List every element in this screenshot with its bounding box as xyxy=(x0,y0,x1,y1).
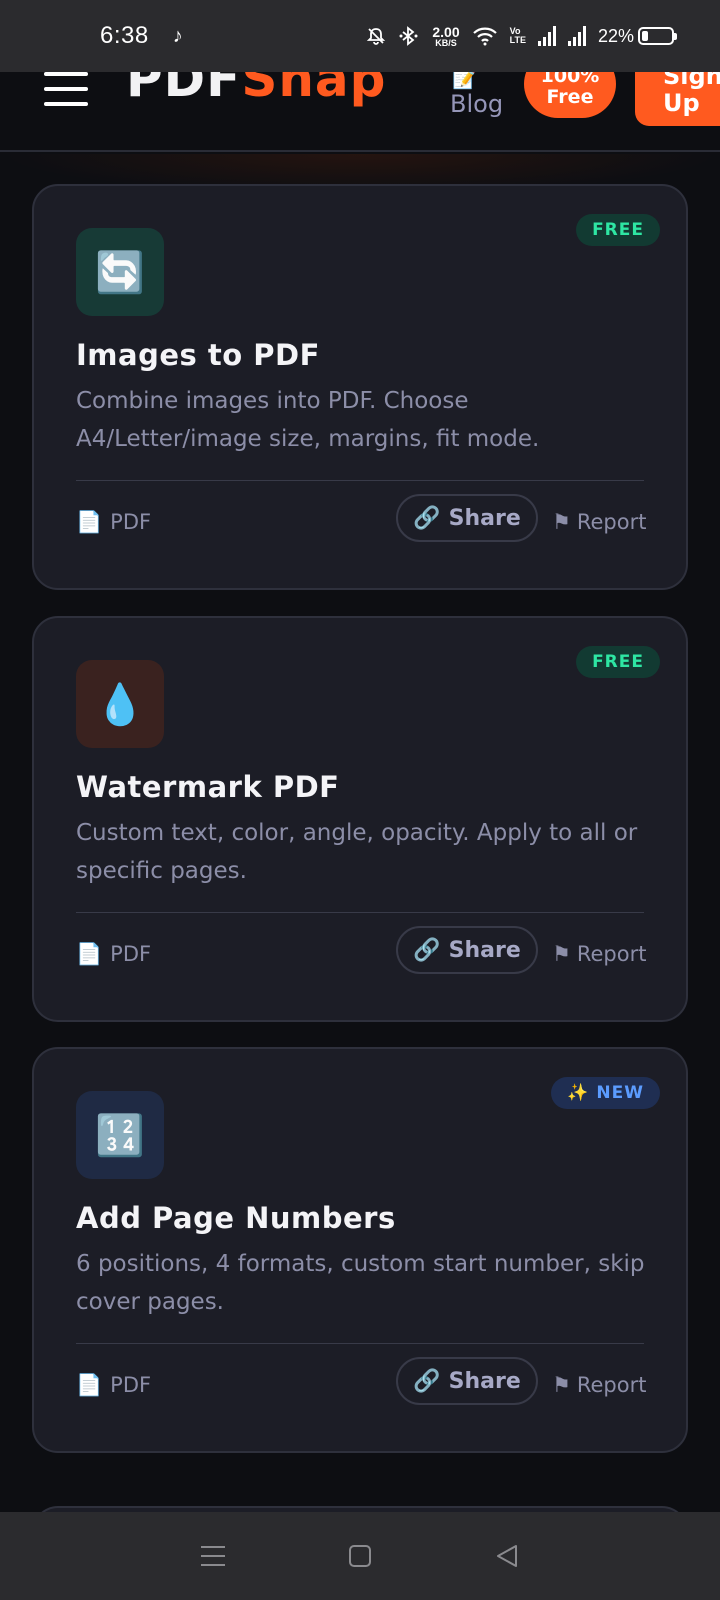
mute-icon xyxy=(367,28,386,45)
bluetooth-icon xyxy=(399,26,418,46)
menu-nav-icon[interactable] xyxy=(193,1536,233,1576)
format-label: PDF xyxy=(110,942,152,966)
report-label: Report xyxy=(576,942,647,966)
report-link[interactable]: ⚑ Report xyxy=(552,504,646,540)
battery-percent: 22% xyxy=(597,25,634,46)
card-divider xyxy=(76,1343,644,1344)
format-label: PDF xyxy=(110,1373,152,1397)
memo-icon: 📝 xyxy=(452,72,477,90)
link-icon: 🔗 xyxy=(413,505,441,531)
tool-description: Combine images into PDF. Choose A4/Lette… xyxy=(76,388,540,452)
volte-indicator: Vo LTE xyxy=(509,26,526,45)
tool-card-watermark-pdf[interactable]: 💧 FREE Watermark PDF Custom text, color,… xyxy=(32,616,688,1022)
signal-icon xyxy=(537,26,556,46)
tiktok-icon: ♪ xyxy=(172,24,183,47)
home-nav-icon[interactable] xyxy=(340,1536,380,1576)
tool-title: Add Page Numbers xyxy=(76,1201,396,1235)
droplet-icon: 💧 xyxy=(76,660,164,748)
link-icon: 🔗 xyxy=(413,937,441,963)
tool-format: 📄 PDF xyxy=(76,1367,151,1403)
format-label: PDF xyxy=(110,510,152,534)
signup-button[interactable]: Sign Up xyxy=(635,72,720,126)
card-divider xyxy=(76,912,644,913)
share-label: Share xyxy=(448,937,521,963)
report-link[interactable]: ⚑ Report xyxy=(552,1367,646,1403)
free-badge: FREE xyxy=(576,646,660,678)
site-logo[interactable]: PDFSnap xyxy=(126,72,386,104)
status-icons: 2.00 KB/S Vo LTE 22% xyxy=(366,0,677,72)
share-button[interactable]: 🔗 Share xyxy=(396,926,538,974)
battery-icon xyxy=(638,27,677,45)
tool-format: 📄 PDF xyxy=(76,504,151,540)
nav-blog-link[interactable]: Blog xyxy=(450,90,503,118)
share-button[interactable]: 🔗 Share xyxy=(396,1357,538,1405)
share-label: Share xyxy=(448,1368,521,1394)
back-nav-icon[interactable] xyxy=(487,1536,527,1576)
status-time: 6:38 xyxy=(100,22,149,49)
status-bar: 6:38 ♪ 2.00 KB/S Vo LTE 22% xyxy=(0,0,720,72)
card-divider xyxy=(76,480,644,481)
tool-card-images-to-pdf[interactable]: 🔄 FREE Images to PDF Combine images into… xyxy=(32,184,688,590)
share-label: Share xyxy=(448,505,521,531)
signal-icon xyxy=(567,26,586,46)
menu-icon[interactable] xyxy=(44,72,88,106)
wifi-icon xyxy=(472,27,497,46)
flag-icon: ⚑ xyxy=(552,1373,571,1397)
flag-icon: ⚑ xyxy=(552,942,571,966)
link-icon: 🔗 xyxy=(413,1368,441,1394)
tool-description: Custom text, color, angle, opacity. Appl… xyxy=(76,820,638,884)
share-button[interactable]: 🔗 Share xyxy=(396,494,538,542)
site-header: PDFSnap 📝 Blog 100% Free Sign Up xyxy=(0,72,720,152)
document-icon: 📄 xyxy=(76,941,103,966)
report-label: Report xyxy=(576,1373,647,1397)
tool-format: 📄 PDF xyxy=(76,936,151,972)
report-label: Report xyxy=(576,510,647,534)
refresh-arrows-icon: 🔄 xyxy=(76,228,164,316)
flag-icon: ⚑ xyxy=(552,510,571,534)
document-icon: 📄 xyxy=(76,509,103,534)
tool-description: 6 positions, 4 formats, custom start num… xyxy=(76,1251,645,1315)
report-link[interactable]: ⚑ Report xyxy=(552,936,646,972)
document-icon: 📄 xyxy=(76,1372,103,1397)
battery-indicator: 22% xyxy=(597,25,677,47)
tool-title: Watermark PDF xyxy=(76,770,340,804)
net-speed: 2.00 KB/S xyxy=(432,23,460,48)
tool-title: Images to PDF xyxy=(76,338,320,372)
new-badge: ✨ NEW xyxy=(551,1077,660,1109)
battery-fill xyxy=(642,31,649,41)
numbers-icon: 🔢 xyxy=(76,1091,164,1179)
tool-card-add-page-numbers[interactable]: 🔢 ✨ NEW Add Page Numbers 6 positions, 4 … xyxy=(32,1047,688,1453)
free-badge: FREE xyxy=(576,214,660,246)
free-badge: 100% Free xyxy=(524,72,616,118)
system-nav-bar xyxy=(0,1512,720,1600)
